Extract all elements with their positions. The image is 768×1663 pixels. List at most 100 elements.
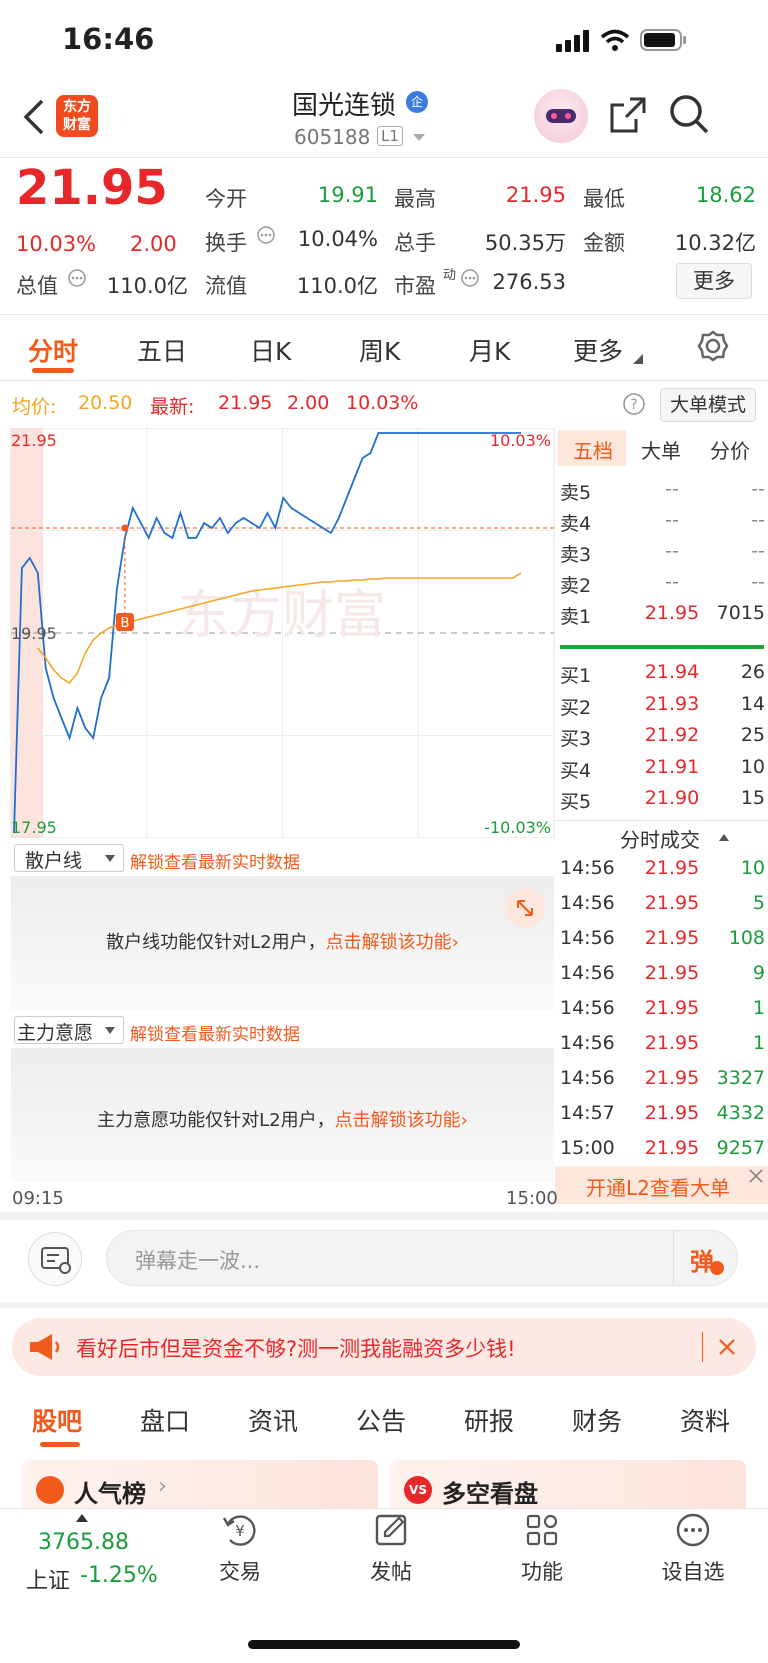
tab-profile[interactable]: 资料 <box>680 1402 730 1438</box>
wifi-icon <box>600 29 630 51</box>
chevron-right-icon: › <box>451 932 459 953</box>
help-icon[interactable]: ? <box>622 392 646 416</box>
promo-text: 看好后市但是资金不够?测一测我能融资多少钱! <box>76 1337 516 1361</box>
settings-icon[interactable] <box>697 330 729 362</box>
tab-monthly-k[interactable]: 月K <box>469 332 510 368</box>
grid-icon <box>526 1514 558 1546</box>
retail-dropdown-label: 散户线 <box>25 850 83 872</box>
main-force-dropdown[interactable]: 主力意愿 <box>14 1016 124 1044</box>
danmu-settings-icon[interactable] <box>28 1232 82 1286</box>
dropdown-icon <box>105 1027 115 1034</box>
main-force-unlock-action[interactable]: 点击解锁该功能 <box>335 1110 461 1131</box>
pe-sup: 动 <box>443 268 457 283</box>
index-value[interactable]: 3765.88 <box>38 1530 129 1555</box>
low-value: 18.62 <box>695 183 756 207</box>
promo-banner[interactable]: 看好后市但是资金不够?测一测我能融资多少钱! <box>12 1318 756 1376</box>
longshort-card[interactable]: VS 多空看盘 <box>390 1460 746 1510</box>
logo-text: 财富 <box>63 117 91 133</box>
close-icon[interactable] <box>718 1338 736 1356</box>
retail-dropdown[interactable]: 散户线 <box>14 844 124 872</box>
more-button[interactable]: 更多 <box>676 263 752 299</box>
marker-label: B <box>120 616 129 631</box>
intraday-chart[interactable]: 东方财富 21.95 19.95 17.95 10.03% -10.03% B <box>10 428 555 838</box>
tab-intraday[interactable]: 分时 <box>28 332 78 368</box>
high-label: 最高 <box>394 187 436 211</box>
y-tick-label: 17.95 <box>11 818 57 837</box>
nav-trade[interactable]: ¥ 交易 <box>190 1510 290 1586</box>
trade-volume: 4332 <box>716 1102 765 1124</box>
forum-tab-indicator <box>40 1442 80 1447</box>
chevron-down-icon[interactable] <box>412 133 426 143</box>
status-bar: 16:46 <box>0 0 768 85</box>
megaphone-icon <box>30 1334 60 1360</box>
level-price: 21.92 <box>644 724 700 746</box>
tab-announcements[interactable]: 公告 <box>356 1402 406 1438</box>
svg-text:¥: ¥ <box>235 1522 245 1540</box>
trade-price: 21.95 <box>644 962 700 984</box>
info-icon[interactable] <box>67 268 87 288</box>
level-volume: -- <box>751 478 765 500</box>
trade-row: 14:56 21.95 108 <box>560 927 765 957</box>
ask-row: 卖1 21.95 7015 <box>560 602 765 632</box>
verified-badge: 企 <box>406 91 428 113</box>
battery-icon <box>640 29 686 51</box>
pe-label: 市盈 <box>394 274 436 298</box>
trade-row: 14:56 21.95 10 <box>560 857 765 887</box>
chevron-right-icon: › <box>158 1474 167 1499</box>
tab-price-dist[interactable]: 分价 <box>710 435 750 464</box>
retail-unlock-link[interactable]: 解锁查看最新实时数据 <box>130 848 300 873</box>
level-badge[interactable]: L1 <box>377 126 403 146</box>
main-force-unlock-link[interactable]: 解锁查看最新实时数据 <box>130 1020 300 1045</box>
level-label: 买2 <box>560 696 592 719</box>
tab-big-order[interactable]: 大单 <box>641 435 681 464</box>
bid-ask-bar <box>560 645 764 649</box>
tab-daily-k[interactable]: 日K <box>250 332 291 368</box>
nav-post[interactable]: 发帖 <box>341 1510 441 1586</box>
share-icon[interactable] <box>608 95 648 135</box>
l2-banner-text[interactable]: 开通L2查看大单 <box>586 1172 730 1201</box>
tab-more[interactable]: 更多 <box>573 332 623 368</box>
assistant-avatar-icon[interactable] <box>534 89 588 143</box>
trades-title[interactable]: 分时成交 <box>620 824 700 853</box>
trade-time: 14:56 <box>560 857 615 879</box>
y-tick-label: 19.95 <box>11 624 57 643</box>
open-value: 19.91 <box>317 183 378 207</box>
big-order-mode-button[interactable]: 大单模式 <box>660 388 756 422</box>
float-value: 110.0亿 <box>296 274 378 298</box>
trade-time: 14:56 <box>560 962 615 984</box>
main-force-locked-msg: 主力意愿功能仅针对L2用户，点击解锁该功能› <box>11 1106 554 1132</box>
nav-add-watchlist[interactable]: 设自选 <box>643 1510 743 1586</box>
index-pct[interactable]: -1.25% <box>80 1563 158 1588</box>
tab-financials[interactable]: 财务 <box>572 1402 622 1438</box>
bid-row: 买2 21.93 14 <box>560 693 765 723</box>
tab-forum[interactable]: 股吧 <box>32 1402 82 1438</box>
danmu-input[interactable]: 弹幕走一波... 弹 <box>106 1230 738 1286</box>
tab-five-day[interactable]: 五日 <box>137 332 187 368</box>
index-name[interactable]: 上证 <box>26 1563 70 1595</box>
tab-news[interactable]: 资讯 <box>248 1402 298 1438</box>
tab-five-level[interactable]: 五档 <box>573 435 613 464</box>
nav-watch-label: 设自选 <box>661 1560 725 1584</box>
info-icon[interactable] <box>460 268 480 288</box>
expand-icon[interactable] <box>505 888 545 928</box>
level-price: -- <box>665 478 679 500</box>
retail-unlock-action[interactable]: 点击解锁该功能 <box>326 932 452 953</box>
avg-label: 均价: <box>12 396 57 418</box>
tab-orderbook[interactable]: 盘口 <box>140 1402 190 1438</box>
trade-row: 14:56 21.95 1 <box>560 1032 765 1062</box>
tab-research[interactable]: 研报 <box>464 1402 514 1438</box>
danmu-send-button[interactable]: 弹 <box>673 1231 737 1285</box>
trade-price: 21.95 <box>644 892 700 914</box>
retail-locked-msg: 散户线功能仅针对L2用户，点击解锁该功能› <box>11 928 554 954</box>
x-label-open: 09:15 <box>12 1188 64 1209</box>
info-icon[interactable] <box>256 225 276 245</box>
close-icon[interactable] <box>748 1168 764 1184</box>
main-force-msg-text: 主力意愿功能仅针对L2用户， <box>97 1110 335 1131</box>
back-icon[interactable] <box>22 99 48 135</box>
svg-text:?: ? <box>630 397 637 413</box>
tab-weekly-k[interactable]: 周K <box>359 332 400 368</box>
nav-functions[interactable]: 功能 <box>492 1510 592 1586</box>
popular-card[interactable]: 人气榜 › <box>22 1460 378 1510</box>
ask-row: 卖5 -- -- <box>560 478 765 508</box>
search-icon[interactable] <box>668 93 710 135</box>
